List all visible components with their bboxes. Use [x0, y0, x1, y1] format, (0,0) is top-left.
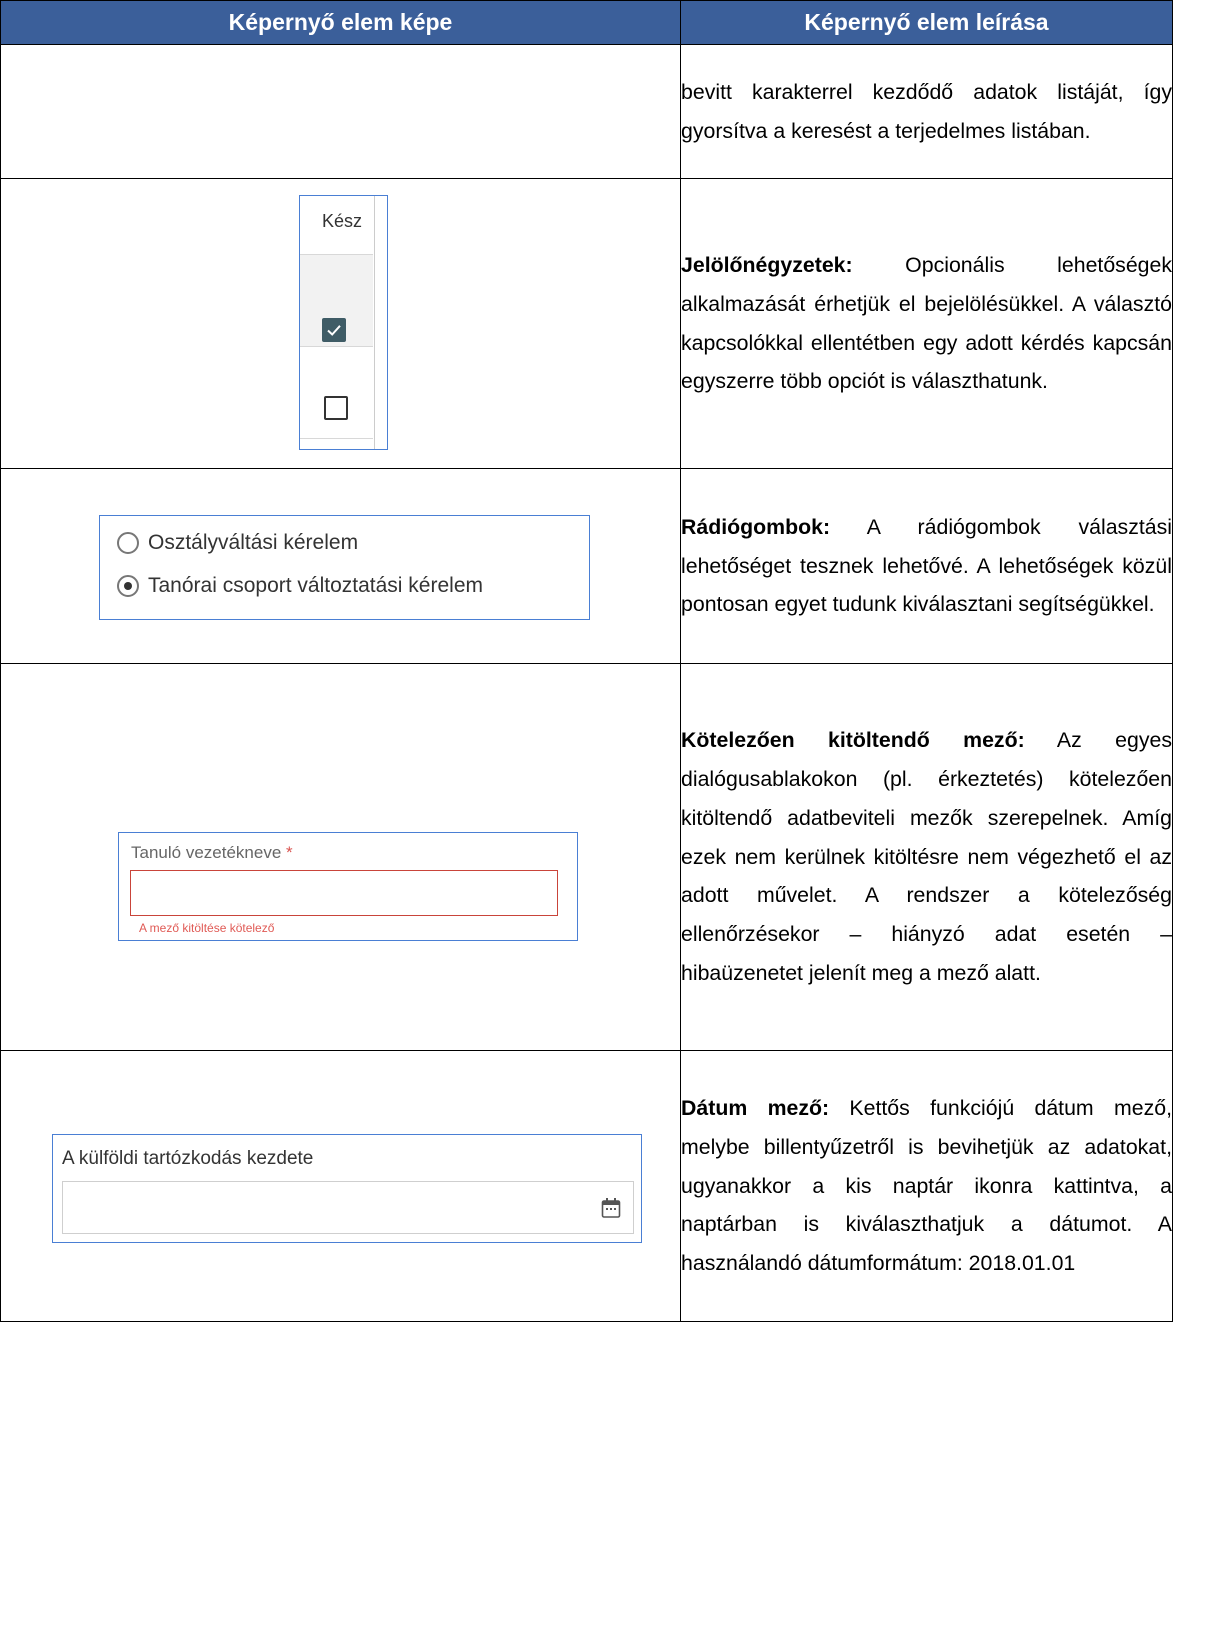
- description-title: Jelölőnégyzetek:: [681, 252, 853, 277]
- date-field-example: A külföldi tartózkodás kezdete: [52, 1134, 642, 1243]
- description-cell: Dátum mező: Kettős funkciójú dátum mező,…: [680, 1050, 1173, 1322]
- description-cell: Rádiógombok: A rádiógombok választási le…: [680, 468, 1173, 664]
- table-row: Kész Jelölőnégyzetek: Opcionális lehetős…: [0, 178, 1173, 469]
- table-row: A külföldi tartózkodás kezdete Dátum mez…: [0, 1050, 1173, 1322]
- table-row: Tanuló vezetékneve * A mező kitöltése kö…: [0, 663, 1173, 1051]
- radio-example: Osztályváltási kérelem Tanórai csoport v…: [99, 515, 590, 620]
- example-cell-checkbox: Kész: [0, 178, 681, 469]
- radio-button-unselected[interactable]: [117, 532, 139, 554]
- description-cell: Kötelezően kitöltendő mező: Az egyes dia…: [680, 663, 1173, 1051]
- checkmark-icon: [327, 325, 341, 336]
- description-title: Dátum mező:: [681, 1096, 830, 1120]
- description-title: Kötelezően kitöltendő mező:: [681, 728, 1025, 753]
- table-row: Osztályváltási kérelem Tanórai csoport v…: [0, 468, 1173, 664]
- unchecked-checkbox[interactable]: [324, 396, 348, 420]
- example-cell-required: Tanuló vezetékneve * A mező kitöltése kö…: [0, 663, 681, 1051]
- field-label: A külföldi tartózkodás kezdete: [62, 1148, 314, 1169]
- column-header-label: Kész: [322, 211, 363, 231]
- description-title: Rádiógombok:: [681, 514, 831, 539]
- date-input[interactable]: [62, 1181, 634, 1234]
- table-header-row: Képernyő elem képe Képernyő elem leírása: [0, 0, 1173, 45]
- example-cell-date: A külföldi tartózkodás kezdete: [0, 1050, 681, 1322]
- example-cell-empty: [0, 44, 681, 179]
- radio-option[interactable]: Osztályváltási kérelem: [117, 531, 358, 555]
- required-input[interactable]: [130, 870, 558, 916]
- header-image-column: Képernyő elem képe: [0, 0, 681, 45]
- required-star: *: [286, 843, 293, 862]
- description-text: Az egyes dialógusablakokon (pl. érkeztet…: [681, 728, 1172, 985]
- description-text: bevitt karakterrel kezdődő adatok listáj…: [681, 79, 1172, 143]
- header-description-column: Képernyő elem leírása: [680, 0, 1173, 45]
- checked-checkbox[interactable]: [322, 318, 346, 342]
- radio-label: Tanórai csoport változtatási kérelem: [148, 574, 483, 597]
- radio-button-selected[interactable]: [117, 575, 139, 597]
- error-message: A mező kitöltése kötelező: [139, 921, 275, 935]
- required-field-example: Tanuló vezetékneve * A mező kitöltése kö…: [118, 832, 578, 941]
- description-text: Kettős funkciójú dátum mező, melybe bill…: [681, 1096, 1172, 1276]
- elements-table: Képernyő elem képe Képernyő elem leírása…: [0, 0, 1173, 1322]
- field-label: Tanuló vezetékneve *: [131, 843, 293, 862]
- calendar-icon[interactable]: [601, 1197, 621, 1219]
- table-row: bevitt karakterrel kezdődő adatok listáj…: [0, 44, 1173, 179]
- example-cell-radio: Osztályváltási kérelem Tanórai csoport v…: [0, 468, 681, 664]
- radio-label: Osztályváltási kérelem: [148, 531, 359, 554]
- radio-option[interactable]: Tanórai csoport változtatási kérelem: [117, 574, 483, 598]
- description-cell: bevitt karakterrel kezdődő adatok listáj…: [680, 44, 1173, 179]
- checkbox-example: Kész: [299, 195, 388, 450]
- description-cell: Jelölőnégyzetek: Opcionális lehetőségek …: [680, 178, 1173, 469]
